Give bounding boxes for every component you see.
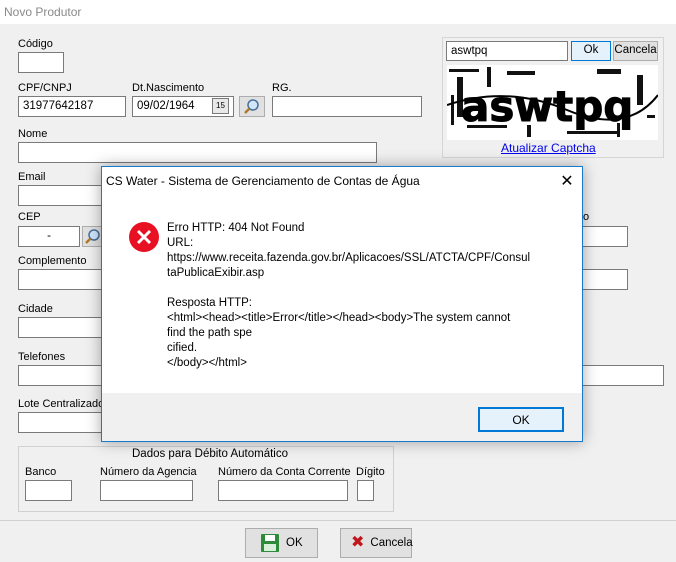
conta-field[interactable]	[218, 480, 348, 501]
rg-label: RG.	[272, 82, 292, 94]
complemento-field[interactable]	[18, 269, 108, 290]
save-button[interactable]: OK	[245, 528, 318, 558]
captcha-text: aswtpq	[461, 82, 633, 131]
save-button-label: OK	[286, 537, 303, 549]
debito-title: Dados para Débito Automático	[132, 448, 288, 460]
cep-label: CEP	[18, 211, 41, 223]
dialog-close-button[interactable]: ✕	[552, 167, 582, 196]
cidade-label: Cidade	[18, 303, 53, 315]
rg-field[interactable]	[272, 96, 422, 117]
cancel-button-label: Cancela	[370, 537, 413, 549]
refresh-captcha-link[interactable]: Atualizar Captcha	[501, 141, 596, 155]
cpf-label: CPF/CNPJ	[18, 82, 72, 94]
banco-field[interactable]	[25, 480, 72, 501]
codigo-label: Código	[18, 38, 53, 50]
lote-label: Lote Centralizado	[18, 398, 105, 410]
error-icon	[128, 221, 160, 253]
red-x-icon: ✖	[351, 534, 365, 551]
dialog-ok-button[interactable]: OK	[478, 407, 564, 432]
complemento-label: Complemento	[18, 255, 87, 267]
search-button[interactable]	[239, 96, 265, 117]
captcha-image: aswtpq	[447, 65, 658, 140]
magnifier-icon	[244, 99, 259, 114]
digito-field[interactable]	[357, 480, 374, 501]
captcha-noise-graphic: aswtpq	[447, 65, 658, 140]
codigo-field[interactable]	[18, 52, 64, 73]
email-label: Email	[18, 171, 46, 183]
captcha-input[interactable]: aswtpq	[446, 41, 568, 61]
right-field-2[interactable]	[578, 269, 628, 290]
dialog-message: Erro HTTP: 404 Not Found URL: https://ww…	[167, 222, 531, 369]
right-field-1[interactable]	[578, 226, 628, 247]
email-field[interactable]	[18, 185, 108, 206]
cidade-field[interactable]	[18, 317, 108, 338]
floppy-disk-icon	[261, 534, 279, 552]
calendar-icon[interactable]: 15	[212, 98, 229, 114]
close-icon: ✕	[560, 173, 574, 190]
captcha-ok-button[interactable]: Ok	[571, 41, 611, 61]
dialog-title: CS Water - Sistema de Gerenciamento de C…	[102, 167, 582, 196]
agencia-label: Número da Agencia	[100, 466, 197, 478]
dtnasc-value: 09/02/1964	[137, 100, 195, 112]
partial-right-label: o	[583, 211, 590, 223]
lote-field[interactable]	[18, 412, 108, 433]
banco-label: Banco	[25, 466, 57, 478]
bottom-bar	[0, 520, 676, 562]
error-dialog: CS Water - Sistema de Gerenciamento de C…	[101, 166, 583, 442]
window-title: Novo Produtor	[0, 0, 676, 24]
nome-field[interactable]	[18, 142, 377, 163]
cpf-field[interactable]: 31977642187	[18, 96, 126, 117]
agencia-field[interactable]	[100, 480, 193, 501]
captcha-cancel-button[interactable]: Cancela	[613, 41, 658, 61]
telefones-label: Telefones	[18, 351, 66, 363]
cep-field[interactable]: -	[18, 226, 80, 247]
digito-label: Dígito	[356, 466, 385, 478]
conta-label: Número da Conta Corrente	[218, 466, 351, 478]
nome-label: Nome	[18, 128, 48, 140]
dtnasc-label: Dt.Nascimento	[132, 82, 205, 94]
cancel-button[interactable]: ✖ Cancela	[340, 528, 413, 558]
magnifier-icon	[85, 229, 100, 244]
calendar-day: 15	[216, 101, 225, 110]
